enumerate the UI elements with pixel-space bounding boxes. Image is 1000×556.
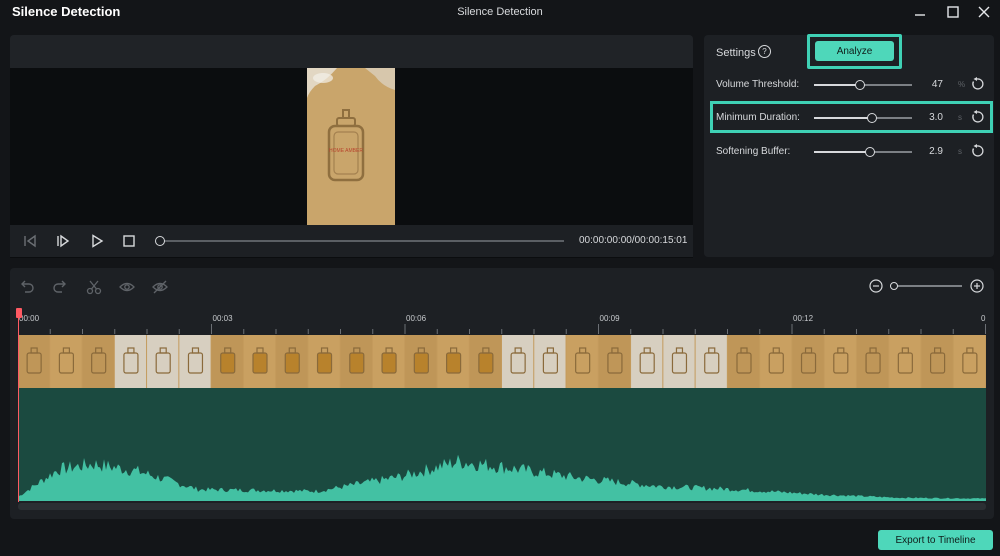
thumbnail: [856, 335, 889, 388]
thumbnail: [469, 335, 501, 388]
thumbnail: [727, 335, 760, 388]
redo-icon[interactable]: [51, 278, 69, 296]
audio-waveform: [18, 454, 986, 501]
prev-frame-icon[interactable]: [20, 231, 40, 251]
thumbnail: [631, 335, 663, 388]
thumbnail: [437, 335, 469, 388]
analyze-highlight: Analyze: [807, 34, 902, 69]
thumbnail: [566, 335, 598, 388]
play-icon[interactable]: [87, 231, 107, 251]
settings-panel: Settings ? Analyze Volume Threshold: 47 …: [704, 34, 994, 257]
video-track[interactable]: [18, 335, 986, 388]
close-icon[interactable]: [974, 3, 994, 21]
thumbnail: [889, 335, 921, 388]
volume-threshold-slider[interactable]: [814, 80, 912, 90]
zoom-in-icon[interactable]: [970, 279, 984, 293]
reset-icon[interactable]: [970, 144, 984, 158]
thumbnail: [243, 335, 276, 388]
minimize-icon[interactable]: [910, 3, 930, 21]
thumbnail: [760, 335, 792, 388]
thumbnail: [695, 335, 727, 388]
softening-buffer-slider[interactable]: [814, 147, 912, 157]
timecode: 00:00:00:00/00:00:15:01: [579, 235, 688, 246]
ruler-label: 00:12: [793, 314, 814, 323]
thumbnail: [276, 335, 308, 388]
softening-buffer-label: Softening Buffer:: [716, 146, 791, 157]
zoom-knob[interactable]: [890, 282, 898, 290]
playback-progress-knob[interactable]: [155, 236, 165, 246]
ruler-label: 00:00: [19, 314, 40, 323]
thumbnail: [179, 335, 211, 388]
undo-icon[interactable]: [18, 278, 36, 296]
playback-progress[interactable]: [155, 236, 564, 246]
timeline-scrollbar[interactable]: [18, 503, 986, 510]
ruler-label: 00:03: [212, 314, 233, 323]
ruler-ticks: [18, 324, 986, 334]
thumbnail: [50, 335, 82, 388]
scissors-icon[interactable]: [85, 278, 103, 296]
preview-header: [10, 35, 693, 68]
thumbnail: [534, 335, 566, 388]
preview-panel: HOME AMBER 00:00:00:00/00:00:15:01: [10, 35, 693, 258]
thumbnail: [308, 335, 340, 388]
thumbnail: [147, 335, 179, 388]
video-thumbnails: [18, 335, 985, 388]
video-frame: HOME AMBER: [307, 68, 395, 225]
volume-threshold-label: Volume Threshold:: [716, 79, 800, 90]
volume-threshold-fill: [814, 84, 861, 86]
thumbnail: [82, 335, 114, 388]
play-step-icon[interactable]: [53, 231, 73, 251]
waveform-path: [18, 454, 986, 501]
export-to-timeline-button[interactable]: Export to Timeline: [878, 530, 993, 550]
thumbnail: [792, 335, 824, 388]
playhead[interactable]: [18, 312, 19, 502]
audio-track[interactable]: [18, 388, 986, 501]
stop-icon[interactable]: [119, 231, 139, 251]
ruler-label: 0: [981, 314, 986, 323]
time-ruler[interactable]: 00:00 00:03 00:06 00:09 00:12 0: [18, 312, 986, 334]
zoom-out-icon[interactable]: [869, 279, 883, 293]
thumbnail: [114, 335, 147, 388]
minimum-duration-highlight: [710, 101, 993, 133]
analyze-button[interactable]: Analyze: [815, 41, 894, 61]
playhead-handle[interactable]: [16, 308, 22, 318]
settings-label: Settings: [716, 47, 756, 59]
help-icon[interactable]: ?: [758, 45, 771, 58]
thumbnail: [663, 335, 695, 388]
reset-icon[interactable]: [970, 77, 984, 91]
volume-threshold-knob[interactable]: [855, 80, 866, 90]
transport-bar: 00:00:00:00/00:00:15:01: [10, 225, 693, 257]
softening-buffer-row: Softening Buffer: 2.9 s: [716, 142, 986, 162]
thumbnail: [405, 335, 437, 388]
eye-icon[interactable]: [118, 278, 136, 296]
eye-off-icon[interactable]: [151, 278, 169, 296]
thumbnail: [211, 335, 243, 388]
softening-buffer-fill: [814, 151, 870, 153]
thumbnail: [598, 335, 631, 388]
thumbnail: [340, 335, 372, 388]
thumbnail: [921, 335, 953, 388]
softening-buffer-unit: s: [958, 147, 962, 156]
thumbnail: [502, 335, 534, 388]
window-title: Silence Detection: [457, 6, 543, 18]
volume-threshold-row: Volume Threshold: 47 %: [716, 75, 986, 95]
volume-threshold-value: 47: [931, 79, 943, 90]
thumbnail: [953, 335, 985, 388]
thumbnail: [18, 335, 50, 388]
softening-buffer-knob[interactable]: [864, 147, 875, 157]
zoom-slider[interactable]: [890, 282, 962, 290]
maximize-icon[interactable]: [943, 3, 963, 21]
title-bar: Silence Detection Silence Detection: [0, 0, 1000, 26]
ruler-label: 00:09: [599, 314, 620, 323]
thumbnail: [372, 335, 405, 388]
softening-buffer-value: 2.9: [929, 146, 943, 157]
ruler-label: 00:06: [406, 314, 427, 323]
thumbnail: [824, 335, 856, 388]
timeline-panel: 00:00 00:03 00:06 00:09 00:12 0: [10, 268, 994, 519]
frame-text: HOME AMBER: [329, 148, 363, 154]
volume-threshold-unit: %: [958, 80, 966, 89]
